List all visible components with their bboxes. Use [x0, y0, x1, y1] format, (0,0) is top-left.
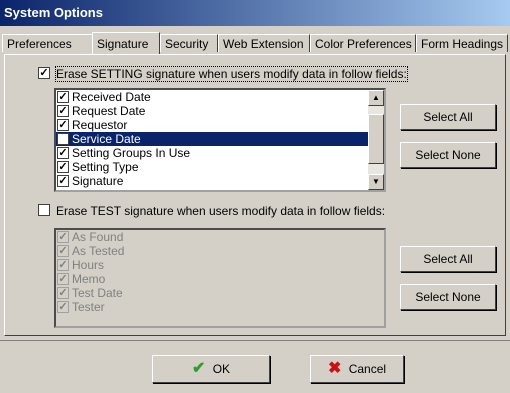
- erase-setting-label: Erase SETTING signature when users modif…: [55, 66, 408, 82]
- item-checkbox[interactable]: ✓: [57, 91, 69, 103]
- erase-test-label: Erase TEST signature when users modify d…: [56, 204, 386, 218]
- tab-strip: Preferences Signature Security Web Exten…: [2, 32, 508, 54]
- tab-preferences[interactable]: Preferences: [2, 34, 94, 52]
- list-item[interactable]: ✓ Requestor: [56, 118, 384, 132]
- list-item[interactable]: ✓ As Found: [56, 230, 384, 244]
- item-checkbox[interactable]: ✓: [57, 301, 69, 313]
- item-label: Hours: [72, 258, 105, 272]
- erase-test-checkbox[interactable]: [38, 204, 50, 216]
- item-label: Requestor: [72, 118, 128, 132]
- dialog-footer: ✔ OK ✖ Cancel: [0, 340, 510, 393]
- tab-signature[interactable]: Signature: [92, 32, 160, 54]
- scroll-up-arrow-icon[interactable]: ▲: [368, 90, 384, 106]
- ok-button[interactable]: ✔ OK: [152, 355, 270, 383]
- cancel-label: Cancel: [348, 362, 387, 376]
- system-options-window: System Options Preferences Signature Sec…: [0, 0, 510, 393]
- item-checkbox[interactable]: ✓: [57, 259, 69, 271]
- item-label: Service Date: [72, 132, 141, 146]
- item-checkbox[interactable]: [57, 133, 69, 145]
- item-checkbox[interactable]: ✓: [57, 175, 69, 187]
- test-items-container: ✓ As Found ✓ As Tested ✓ Hours ✓ Memo ✓ Test Date…: [56, 230, 384, 314]
- setting-select-none-button[interactable]: Select None: [400, 142, 496, 168]
- item-label: Received Date: [72, 90, 151, 104]
- list-item[interactable]: ✓ Setting Groups In Use: [56, 146, 384, 160]
- ok-label: OK: [212, 362, 231, 376]
- tab-label: Preferences: [7, 37, 72, 51]
- button-label: Select None: [415, 290, 481, 304]
- item-label: Signature: [72, 174, 124, 188]
- setting-fields-list[interactable]: ✓ Received Date ✓ Request Date ✓ Requestor Ser…: [54, 88, 386, 192]
- checkmark-icon: ✔: [191, 360, 206, 377]
- tab-security[interactable]: Security: [160, 34, 218, 52]
- tab-web-extension[interactable]: Web Extension: [218, 34, 310, 52]
- test-select-none-button[interactable]: Select None: [400, 284, 496, 310]
- item-label: Request Date: [72, 104, 146, 118]
- list-item[interactable]: ✓ As Tested: [56, 244, 384, 258]
- button-label: Select All: [423, 252, 473, 266]
- item-checkbox[interactable]: ✓: [57, 273, 69, 285]
- setting-list-scrollbar[interactable]: ▲ ▼: [368, 90, 384, 190]
- item-label: Setting Type: [72, 160, 139, 174]
- item-checkbox[interactable]: ✓: [57, 147, 69, 159]
- cancel-button[interactable]: ✖ Cancel: [310, 355, 404, 383]
- item-label: Setting Groups In Use: [72, 146, 191, 160]
- item-label: Tester: [72, 300, 105, 314]
- test-fields-list[interactable]: ✓ As Found ✓ As Tested ✓ Hours ✓ Memo ✓ Test Date…: [54, 228, 386, 328]
- list-item[interactable]: ✓ Received Date: [56, 90, 384, 104]
- list-item[interactable]: ✓ Memo: [56, 272, 384, 286]
- tab-label: Form Headings: [421, 37, 504, 51]
- scroll-thumb[interactable]: [368, 114, 384, 164]
- list-item[interactable]: ✓ Test Date: [56, 286, 384, 300]
- list-item[interactable]: ✓ Setting Type: [56, 160, 384, 174]
- list-item[interactable]: ✓ Signature: [56, 174, 384, 188]
- tab-form-headings[interactable]: Form Headings: [416, 34, 508, 52]
- tab-color-preferences[interactable]: Color Preferences: [310, 34, 416, 52]
- item-label: As Tested: [72, 244, 125, 258]
- tab-label: Web Extension: [223, 37, 304, 51]
- list-item[interactable]: ✓ Tester: [56, 300, 384, 314]
- item-checkbox[interactable]: ✓: [57, 105, 69, 117]
- list-item[interactable]: ✓ Request Date: [56, 104, 384, 118]
- item-checkbox[interactable]: ✓: [57, 245, 69, 257]
- x-icon: ✖: [327, 360, 342, 377]
- item-label: Test Date: [72, 286, 123, 300]
- window-title: System Options: [4, 5, 103, 20]
- tab-label: Color Preferences: [315, 37, 412, 51]
- tab-label: Security: [165, 37, 209, 51]
- list-item[interactable]: Service Date: [56, 132, 384, 146]
- button-label: Select All: [423, 110, 473, 124]
- setting-items-container: ✓ Received Date ✓ Request Date ✓ Requestor Ser…: [56, 90, 384, 188]
- tab-label: Signature: [97, 37, 149, 51]
- erase-setting-checkbox[interactable]: ✓: [38, 67, 50, 79]
- title-bar[interactable]: System Options: [0, 0, 510, 26]
- button-label: Select None: [415, 148, 481, 162]
- item-checkbox[interactable]: ✓: [57, 161, 69, 173]
- item-label: As Found: [72, 230, 124, 244]
- item-checkbox[interactable]: ✓: [57, 119, 69, 131]
- item-checkbox[interactable]: ✓: [57, 287, 69, 299]
- test-select-all-button[interactable]: Select All: [400, 246, 496, 272]
- setting-select-all-button[interactable]: Select All: [400, 104, 496, 130]
- item-label: Memo: [72, 272, 106, 286]
- scroll-down-arrow-icon[interactable]: ▼: [368, 174, 384, 190]
- item-checkbox[interactable]: ✓: [57, 231, 69, 243]
- list-item[interactable]: ✓ Hours: [56, 258, 384, 272]
